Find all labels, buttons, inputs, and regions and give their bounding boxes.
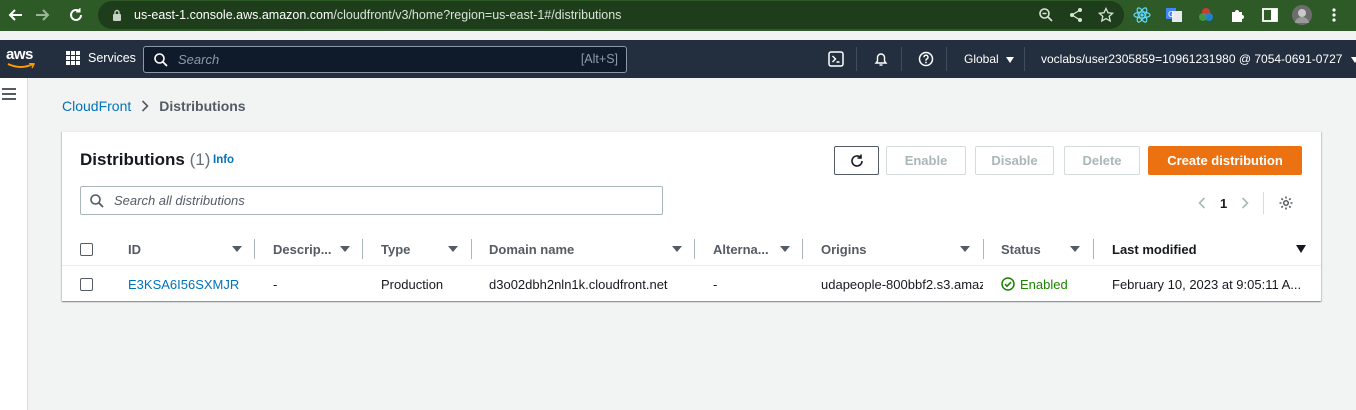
info-link[interactable]: Info [213, 154, 234, 166]
refresh-button[interactable] [834, 146, 879, 175]
select-all-checkbox[interactable] [80, 242, 93, 256]
search-shortcut: [Alt+S] [580, 52, 618, 66]
side-panel-icon[interactable] [1260, 5, 1280, 25]
breadcrumb: CloudFront Distributions [62, 98, 246, 114]
zoom-icon[interactable] [1038, 7, 1054, 23]
search-placeholder: Search all distributions [114, 193, 245, 208]
sort-caret-icon[interactable] [340, 244, 350, 254]
page-number[interactable]: 1 [1220, 196, 1227, 211]
settings-gear-icon[interactable] [1278, 195, 1294, 211]
chevron-right-icon [142, 100, 149, 112]
search-icon [154, 52, 168, 67]
caret-down-icon [1350, 57, 1356, 63]
share-icon[interactable] [1068, 7, 1084, 23]
caret-down-icon [1006, 57, 1015, 63]
sort-caret-icon[interactable] [448, 244, 458, 254]
extensions-puzzle-icon[interactable] [1228, 5, 1248, 25]
aws-logo[interactable]: aws [6, 46, 38, 72]
lock-icon [113, 9, 121, 21]
aws-smile-icon [7, 63, 35, 69]
sort-caret-icon[interactable] [780, 244, 790, 254]
column-header-alternate-domain[interactable]: Alterna... [713, 232, 777, 266]
translate-icon[interactable]: G [1164, 5, 1184, 25]
pagination: 1 [1198, 192, 1294, 214]
column-header-description[interactable]: Descrip... [273, 232, 343, 266]
reload-icon[interactable] [61, 0, 91, 30]
alternate-domain-cell: - [713, 276, 718, 292]
delete-button[interactable]: Delete [1064, 146, 1140, 175]
distribution-count: (1) [189, 150, 211, 169]
sort-caret-icon[interactable] [960, 244, 970, 254]
status-cell: Enabled [1001, 267, 1091, 301]
success-check-icon [1001, 277, 1015, 291]
type-cell: Production [381, 276, 444, 292]
sort-caret-icon[interactable] [1070, 244, 1080, 254]
description-cell: - [273, 276, 278, 292]
distribution-id-link[interactable]: E3KSA6I56SXMJR [128, 267, 248, 301]
side-nav-rail [0, 78, 28, 410]
sort-caret-icon[interactable] [232, 244, 242, 254]
enable-button[interactable]: Enable [886, 146, 966, 175]
breadcrumb-distributions: Distributions [159, 98, 246, 114]
column-header-id[interactable]: ID [128, 232, 228, 266]
table-row[interactable]: E3KSA6I56SXMJR - Production d3o02dbh2nln… [62, 267, 1321, 301]
breadcrumb-cloudfront[interactable]: CloudFront [62, 98, 131, 114]
notifications-bell-icon[interactable] [872, 50, 890, 68]
services-label: Services [88, 51, 136, 65]
refresh-icon [850, 154, 863, 167]
browser-toolbar: us-east-1.console.aws.amazon.com/cloudfr… [0, 0, 1356, 31]
browser-menu-icon[interactable] [1324, 5, 1344, 25]
url-text: us-east-1.console.aws.amazon.com/cloudfr… [134, 8, 622, 22]
page-title: Distributions (1) [80, 150, 211, 169]
svg-text:G: G [1168, 10, 1174, 19]
status-text: Enabled [1020, 276, 1068, 292]
disable-button[interactable]: Disable [975, 146, 1054, 175]
column-header-type[interactable]: Type [381, 232, 441, 266]
last-modified-cell: February 10, 2023 at 9:05:11 A... [1112, 276, 1302, 292]
chevron-left-icon[interactable] [1198, 197, 1206, 209]
create-distribution-button[interactable]: Create distribution [1148, 146, 1302, 175]
distributions-search-input[interactable]: Search all distributions [80, 186, 663, 215]
distributions-table-panel: Distributions (1) Info Enable Disable De… [62, 131, 1321, 301]
help-icon[interactable] [917, 50, 935, 68]
domain-name-cell: d3o02dbh2nln1k.cloudfront.net [489, 276, 668, 292]
chevron-right-icon[interactable] [1241, 197, 1249, 209]
search-placeholder: Search [178, 52, 220, 67]
column-header-domain-name[interactable]: Domain name [489, 232, 639, 266]
column-header-origins[interactable]: Origins [821, 232, 921, 266]
menu-hamburger-icon[interactable] [2, 88, 16, 100]
color-wheel-icon[interactable] [1196, 5, 1216, 25]
region-selector[interactable]: Global [964, 52, 1015, 66]
global-search-input[interactable]: Search [Alt+S] [143, 46, 627, 73]
origins-cell: udapeople-800bbf2.s3.amaz [821, 276, 983, 292]
sort-descending-icon[interactable] [1296, 244, 1306, 254]
row-checkbox[interactable] [80, 277, 93, 291]
react-devtools-icon[interactable] [1132, 5, 1152, 25]
bookmark-star-icon[interactable] [1098, 7, 1114, 23]
profile-avatar[interactable] [1292, 5, 1312, 25]
table-header: ID Descrip... Type Domain name Alterna..… [62, 232, 1321, 266]
account-menu[interactable]: voclabs/user2305859=10961231980 @ 7054-0… [1041, 52, 1356, 66]
sort-caret-icon[interactable] [672, 244, 682, 254]
services-menu[interactable]: Services [66, 51, 136, 65]
forward-arrow-icon[interactable] [28, 0, 58, 30]
search-icon [90, 193, 104, 208]
services-grid-icon [66, 51, 80, 65]
column-header-status[interactable]: Status [1001, 232, 1061, 266]
cloudshell-icon[interactable] [827, 50, 845, 68]
address-bar[interactable]: us-east-1.console.aws.amazon.com/cloudfr… [98, 1, 1124, 29]
column-header-last-modified[interactable]: Last modified [1112, 232, 1232, 266]
back-arrow-icon[interactable] [0, 0, 30, 30]
